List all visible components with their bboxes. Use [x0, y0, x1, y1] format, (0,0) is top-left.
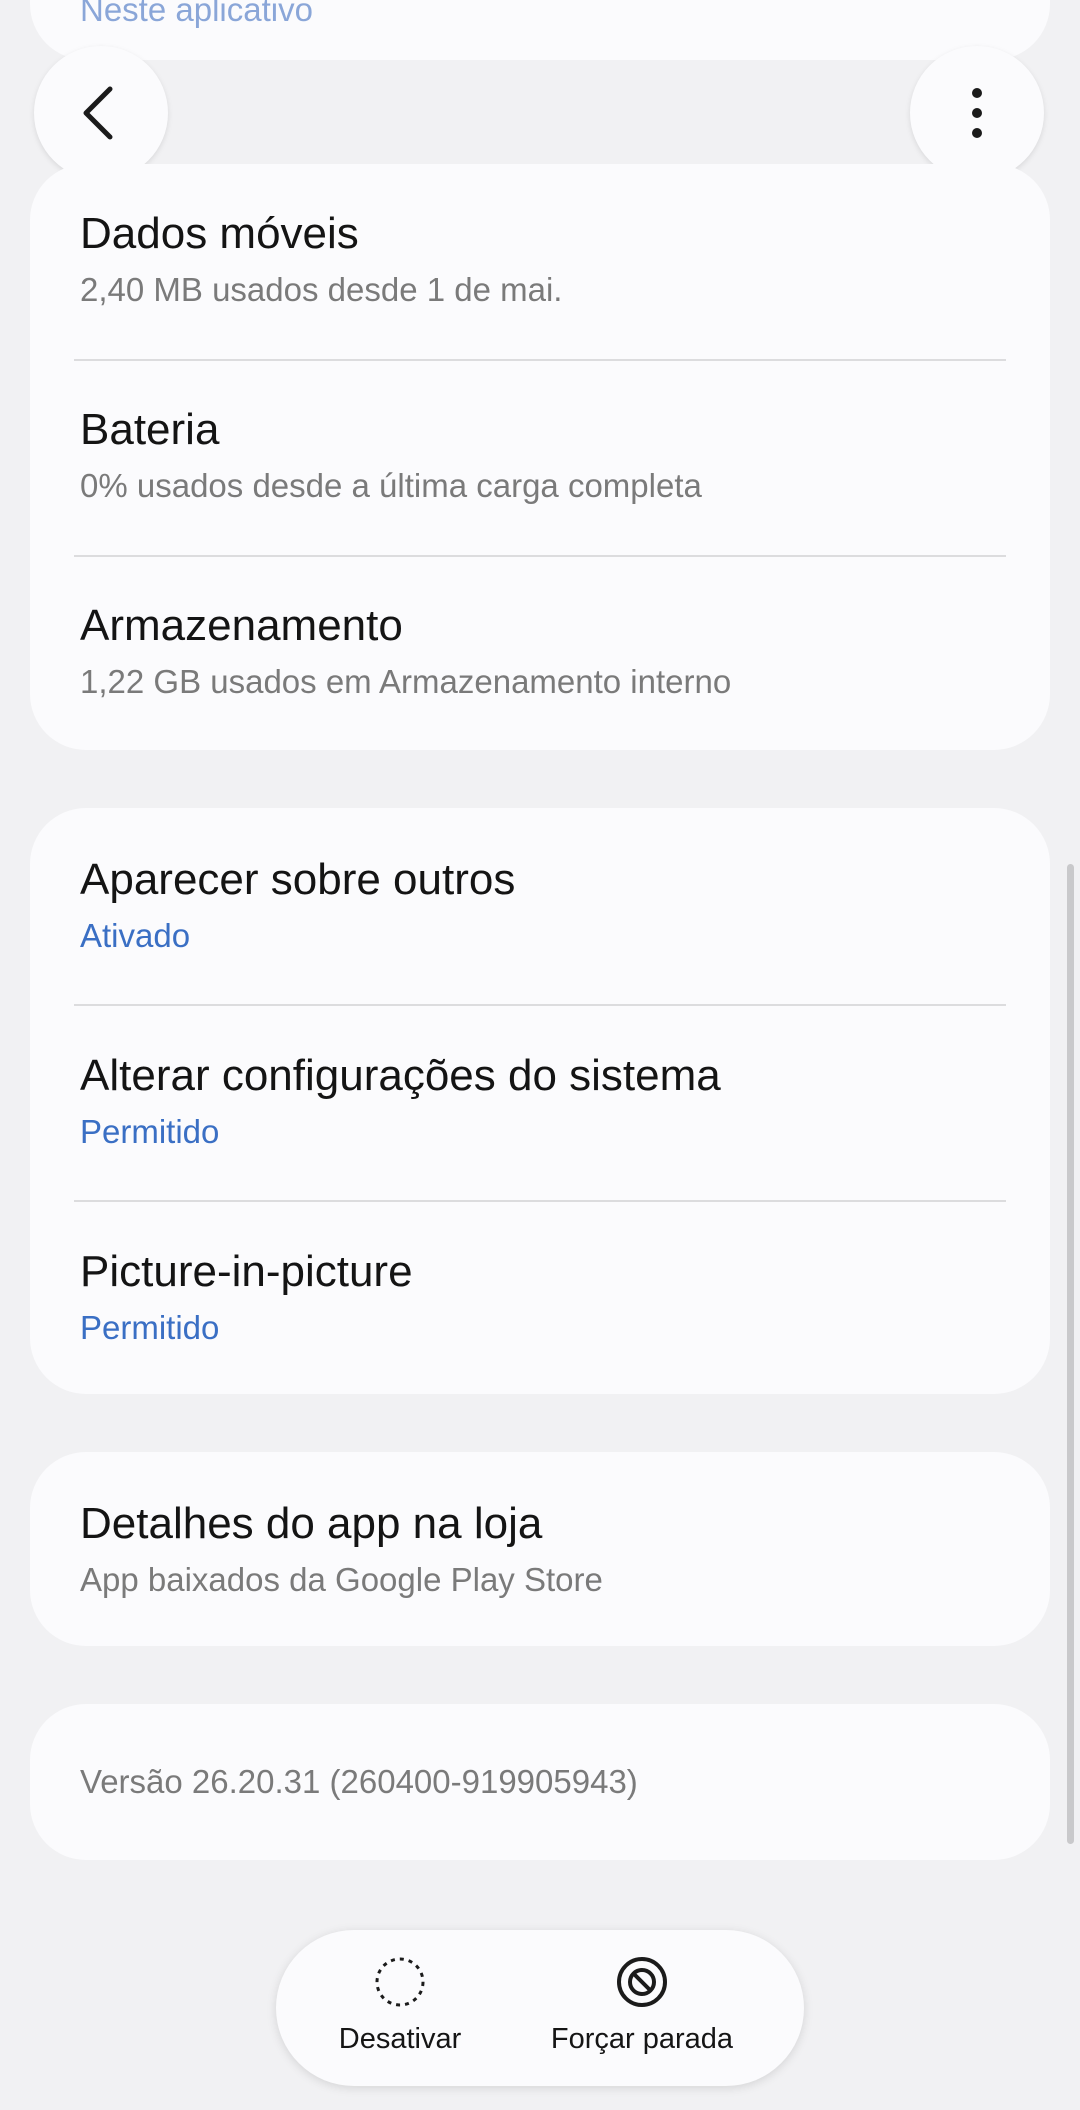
item-title: Dados móveis	[80, 209, 359, 258]
force-stop-button[interactable]: Forçar parada	[522, 1954, 762, 2056]
item-title: Aparecer sobre outros	[80, 855, 516, 904]
item-title: Picture-in-picture	[80, 1247, 413, 1296]
store-details-card[interactable]: Detalhes do app na loja App baixados da …	[30, 1452, 1050, 1646]
modify-system-settings-item[interactable]: Alterar configurações do sistema Permiti…	[80, 1050, 1006, 1152]
usage-card: Dados móveis 2,40 MB usados desde 1 de m…	[30, 164, 1050, 750]
item-status: Ativado	[80, 917, 191, 954]
picture-in-picture-item[interactable]: Picture-in-picture Permitido	[80, 1246, 1006, 1348]
item-title: Alterar configurações do sistema	[80, 1051, 721, 1100]
battery-item[interactable]: Bateria 0% usados desde a última carga c…	[80, 404, 1006, 506]
storage-item[interactable]: Armazenamento 1,22 GB usados em Armazena…	[80, 600, 1006, 702]
item-title: Bateria	[80, 405, 220, 454]
bottom-action-bar: Desativar Forçar parada	[276, 1930, 804, 2086]
divider	[74, 359, 1006, 361]
top-partial-text: Neste aplicativo	[80, 0, 313, 28]
item-subtitle: 0% usados desde a última carga completa	[80, 467, 702, 504]
item-title: Detalhes do app na loja	[80, 1499, 543, 1548]
divider	[74, 555, 1006, 557]
mobile-data-item[interactable]: Dados móveis 2,40 MB usados desde 1 de m…	[80, 208, 1006, 310]
version-card: Versão 26.20.31 (260400-919905943)	[30, 1704, 1050, 1860]
disable-button[interactable]: Desativar	[280, 1954, 520, 2056]
chevron-left-icon	[83, 86, 113, 140]
item-subtitle: 2,40 MB usados desde 1 de mai.	[80, 271, 563, 308]
item-subtitle: App baixados da Google Play Store	[80, 1561, 603, 1598]
force-stop-label: Forçar parada	[550, 2023, 734, 2055]
scrollbar[interactable]	[1067, 864, 1074, 1844]
top-partial-card[interactable]: Neste aplicativo	[30, 0, 1050, 60]
version-text: Versão 26.20.31 (260400-919905943)	[80, 1763, 638, 1800]
disable-dashed-circle-icon	[375, 1957, 425, 2007]
back-button[interactable]	[34, 46, 168, 180]
appear-on-top-item[interactable]: Aparecer sobre outros Ativado	[80, 854, 1006, 956]
divider	[74, 1004, 1006, 1006]
item-subtitle: 1,22 GB usados em Armazenamento interno	[80, 663, 732, 700]
item-status: Permitido	[80, 1113, 220, 1150]
more-options-button[interactable]	[910, 46, 1044, 180]
permissions-card: Aparecer sobre outros Ativado Alterar co…	[30, 808, 1050, 1394]
divider	[74, 1200, 1006, 1202]
block-icon	[617, 1957, 667, 2007]
more-vert-icon	[972, 88, 982, 138]
item-status: Permitido	[80, 1309, 220, 1346]
item-title: Armazenamento	[80, 601, 403, 650]
disable-label: Desativar	[338, 2023, 462, 2055]
